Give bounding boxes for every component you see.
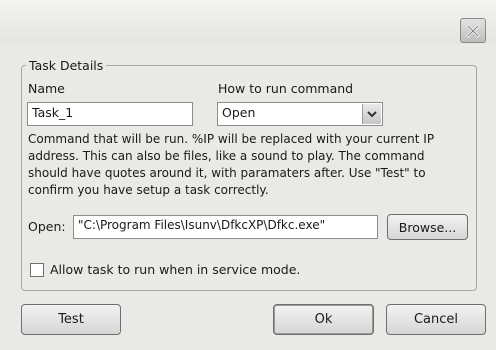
how-to-run-combobox[interactable]: Open (217, 102, 383, 126)
name-input[interactable]: Task_1 (27, 102, 193, 126)
close-icon (466, 24, 480, 37)
name-label: Name (28, 81, 65, 96)
ok-button[interactable]: Ok (273, 304, 374, 335)
service-mode-label: Allow task to run when in service mode. (50, 262, 301, 277)
open-label: Open: (28, 219, 66, 234)
test-button[interactable]: Test (21, 304, 121, 335)
how-to-run-value: Open (222, 105, 256, 120)
service-mode-checkbox[interactable] (30, 263, 44, 277)
title-bar (0, 0, 496, 44)
cancel-button[interactable]: Cancel (386, 304, 486, 335)
browse-button[interactable]: Browse... (387, 214, 468, 240)
open-command-input[interactable]: "C:\Program Files\Isunv\DfkcXP\Dfkc.exe" (73, 215, 378, 239)
command-description: Command that will be run. %IP will be re… (28, 132, 435, 197)
dropdown-button[interactable] (362, 104, 381, 124)
chevron-down-icon (367, 111, 377, 118)
close-button[interactable] (460, 18, 486, 43)
how-to-run-label: How to run command (218, 81, 354, 96)
task-details-legend: Task Details (26, 58, 107, 73)
